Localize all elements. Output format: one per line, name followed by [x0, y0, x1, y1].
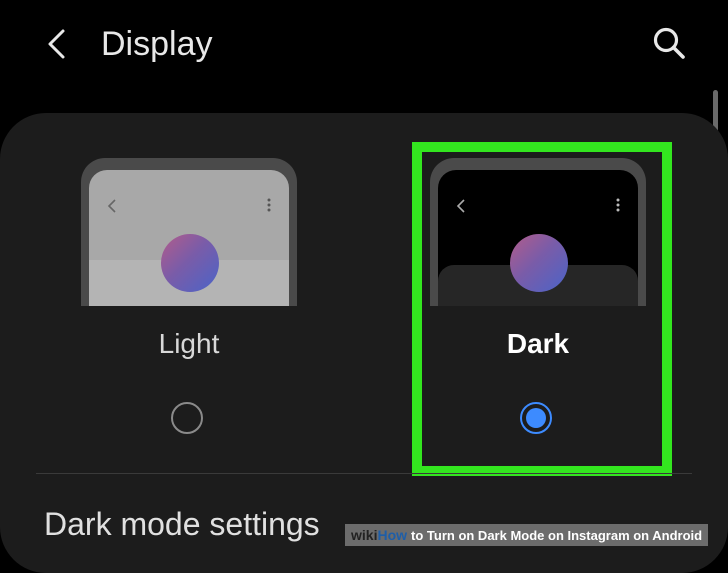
dark-theme-option[interactable]: Dark	[418, 150, 658, 450]
watermark-how: How	[377, 527, 408, 543]
chevron-left-icon	[107, 199, 116, 213]
watermark: wiki How to Turn on Dark Mode on Instagr…	[345, 524, 709, 546]
more-vertical-icon	[616, 198, 620, 212]
chevron-left-icon	[48, 29, 65, 59]
light-theme-radio[interactable]	[171, 402, 203, 434]
profile-avatar-preview	[161, 234, 219, 292]
chevron-left-icon	[456, 199, 465, 213]
radio-selected-dot	[526, 408, 546, 428]
light-theme-label: Light	[158, 328, 220, 359]
dark-theme-label: Dark	[506, 328, 570, 359]
dark-mode-settings-item[interactable]: Dark mode settings	[44, 504, 320, 544]
light-theme-option[interactable]: Light	[60, 150, 320, 450]
watermark-text: to Turn on Dark Mode on Instagram on And…	[411, 527, 703, 543]
dark-theme-preview	[430, 158, 646, 306]
more-vertical-icon	[267, 198, 271, 212]
profile-avatar-preview	[510, 234, 568, 292]
watermark-wiki: wiki	[351, 527, 378, 543]
search-button[interactable]	[646, 20, 692, 66]
light-theme-preview	[81, 158, 297, 306]
light-preview-screen	[89, 170, 289, 306]
divider	[36, 473, 692, 474]
search-icon	[653, 27, 685, 59]
page-title: Display	[101, 25, 213, 63]
dark-preview-screen	[438, 170, 638, 306]
dark-theme-radio[interactable]	[520, 402, 552, 434]
top-app-bar: Display	[0, 0, 728, 90]
back-button[interactable]	[36, 22, 76, 66]
